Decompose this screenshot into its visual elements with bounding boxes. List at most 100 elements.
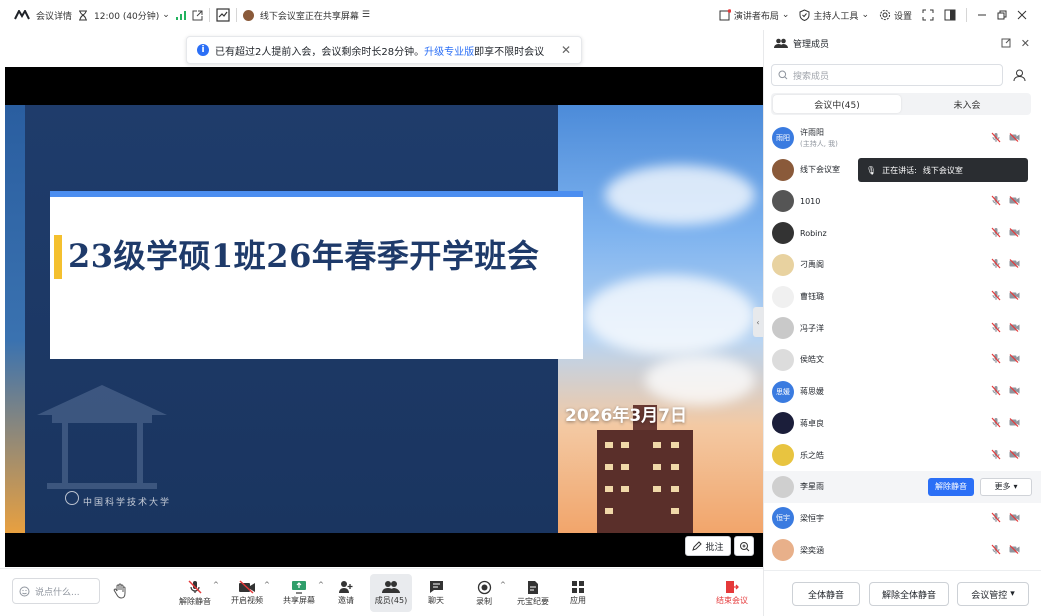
member-row[interactable]: 刁禹阁: [764, 249, 1041, 281]
mic-muted-icon[interactable]: [991, 322, 1001, 335]
camera-off-icon[interactable]: [1009, 512, 1020, 524]
close-icon[interactable]: ✕: [561, 43, 571, 57]
avatar: [772, 190, 794, 213]
camera-off-icon[interactable]: [1009, 544, 1020, 556]
camera-off-icon[interactable]: [1009, 227, 1020, 239]
mic-muted-icon[interactable]: [991, 195, 1001, 208]
member-search-input[interactable]: 搜索成员: [771, 64, 1003, 86]
cloud: [605, 165, 755, 225]
gear-icon: [879, 9, 891, 21]
chevron-down-icon: ⌄: [162, 10, 170, 20]
collapse-panel-tab[interactable]: ‹: [753, 307, 763, 337]
member-name-block: 蒋卓良: [800, 418, 824, 429]
meeting-control-button[interactable]: 会议管控 ▾: [957, 582, 1029, 606]
member-more-button[interactable]: 更多 ▾: [980, 477, 1032, 496]
unmute-all-button[interactable]: 解除全体静音: [869, 582, 949, 606]
zoom-button[interactable]: [734, 536, 754, 556]
mic-muted-icon[interactable]: [991, 417, 1001, 430]
share-screen-button[interactable]: 共享屏幕: [279, 574, 319, 612]
mic-muted-icon[interactable]: [991, 353, 1001, 366]
chat-quick-input[interactable]: 说点什么...: [12, 578, 100, 604]
apps-button[interactable]: 应用: [564, 574, 592, 612]
fullscreen-icon[interactable]: [922, 9, 934, 21]
mic-muted-icon[interactable]: [991, 258, 1001, 271]
camera-off-icon[interactable]: [1009, 449, 1020, 461]
mic-muted-icon[interactable]: [991, 449, 1001, 462]
building-window: [671, 442, 679, 448]
video-button[interactable]: 开启视频: [228, 574, 266, 612]
member-unmute-button[interactable]: 解除静音: [928, 477, 974, 496]
member-row[interactable]: 蒋卓良: [764, 407, 1041, 439]
member-row[interactable]: 1010: [764, 185, 1041, 217]
member-row[interactable]: 李星雨 解除静音 更多 ▾: [764, 470, 1041, 503]
divider: [966, 8, 967, 22]
popout-icon[interactable]: [1001, 38, 1011, 48]
close-icon[interactable]: [1017, 10, 1027, 20]
video-options-caret[interactable]: ^: [264, 581, 270, 589]
camera-off-icon[interactable]: [1009, 132, 1020, 144]
mic-muted-icon[interactable]: [991, 544, 1001, 557]
member-row[interactable]: 思媛 蒋思媛: [764, 376, 1041, 408]
exit-icon: [725, 580, 739, 594]
members-button[interactable]: 成员(45): [370, 574, 412, 612]
duration-dropdown[interactable]: 12:00 (40分钟) ⌄: [94, 9, 170, 22]
member-row[interactable]: 冯子洋: [764, 312, 1041, 344]
invite-button[interactable]: 邀请: [332, 574, 360, 612]
hand-icon: [113, 583, 127, 599]
close-icon[interactable]: ✕: [1021, 37, 1030, 50]
sidebar-toggle-icon[interactable]: [944, 9, 956, 21]
invite-member-button[interactable]: [1007, 64, 1031, 86]
raise-hand-button[interactable]: [107, 578, 133, 604]
chat-button[interactable]: 聊天: [422, 574, 450, 612]
settings-button[interactable]: 设置: [879, 9, 912, 22]
camera-off-icon[interactable]: [1009, 259, 1020, 270]
mic-muted-icon[interactable]: [991, 132, 1001, 145]
unmute-options-caret[interactable]: ^: [213, 581, 219, 589]
caret-down-icon: ▾: [1010, 589, 1015, 599]
popout-icon[interactable]: [192, 10, 203, 21]
record-button[interactable]: 录制: [470, 574, 498, 612]
camera-off-icon[interactable]: [1009, 291, 1020, 302]
camera-off-icon[interactable]: [1009, 354, 1020, 365]
restore-icon[interactable]: [997, 10, 1007, 20]
upgrade-link[interactable]: 升级专业版: [424, 43, 474, 58]
tab-not-joined[interactable]: 未入会: [903, 93, 1031, 115]
member-row[interactable]: 乐之皓: [764, 439, 1041, 471]
mic-muted-icon[interactable]: [991, 290, 1001, 303]
member-row[interactable]: 侯皓文: [764, 344, 1041, 376]
mic-muted-icon[interactable]: [991, 227, 1001, 240]
member-row[interactable]: 雨阳 许雨阳 (主持人, 我): [764, 122, 1041, 154]
member-row[interactable]: 梁奕涵: [764, 534, 1041, 562]
mic-muted-icon[interactable]: [991, 512, 1001, 525]
speaker-layout-button[interactable]: 演讲者布局 ⌄: [719, 9, 789, 22]
shield-icon: [799, 9, 810, 21]
building-window: [653, 486, 661, 492]
annotate-button[interactable]: 批注: [685, 536, 731, 556]
sharing-status[interactable]: 线下会议室正在共享屏幕 ☰: [260, 9, 370, 22]
camera-off-icon[interactable]: [1009, 195, 1020, 207]
camera-off-icon[interactable]: [1009, 322, 1020, 334]
member-name: 许雨阳: [800, 128, 824, 137]
cloud: [645, 355, 755, 405]
meeting-info-button[interactable]: 会议详情: [36, 9, 72, 22]
hourglass-icon: [78, 10, 88, 21]
member-row[interactable]: Robinz: [764, 217, 1041, 249]
main-stage-area: 23级学硕1班26年春季开学班会 2026年3月7日 中国科学技术大学 i 已有…: [0, 30, 763, 568]
record-options-caret[interactable]: ^: [500, 581, 506, 589]
end-meeting-button[interactable]: 结束会议: [712, 574, 752, 612]
camera-off-icon[interactable]: [1009, 386, 1020, 397]
mic-muted-icon[interactable]: [991, 385, 1001, 398]
tab-in-meeting[interactable]: 会议中(45): [773, 95, 901, 113]
unmute-button[interactable]: 解除静音: [176, 574, 214, 612]
member-row[interactable]: 恒宇 梁恒宇: [764, 502, 1041, 534]
university-logo-text: 中国科学技术大学: [83, 498, 172, 508]
camera-off-icon[interactable]: [1009, 417, 1020, 429]
share-options-caret[interactable]: ^: [318, 581, 324, 589]
building-window: [621, 464, 629, 470]
ai-minutes-button[interactable]: 元宝纪要: [514, 574, 552, 612]
host-tools-button[interactable]: 主持人工具 ⌄: [799, 9, 869, 22]
avatar: [772, 158, 794, 181]
minimize-icon[interactable]: [977, 10, 987, 20]
mute-all-button[interactable]: 全体静音: [792, 582, 860, 606]
member-row[interactable]: 曹钰璐: [764, 281, 1041, 313]
